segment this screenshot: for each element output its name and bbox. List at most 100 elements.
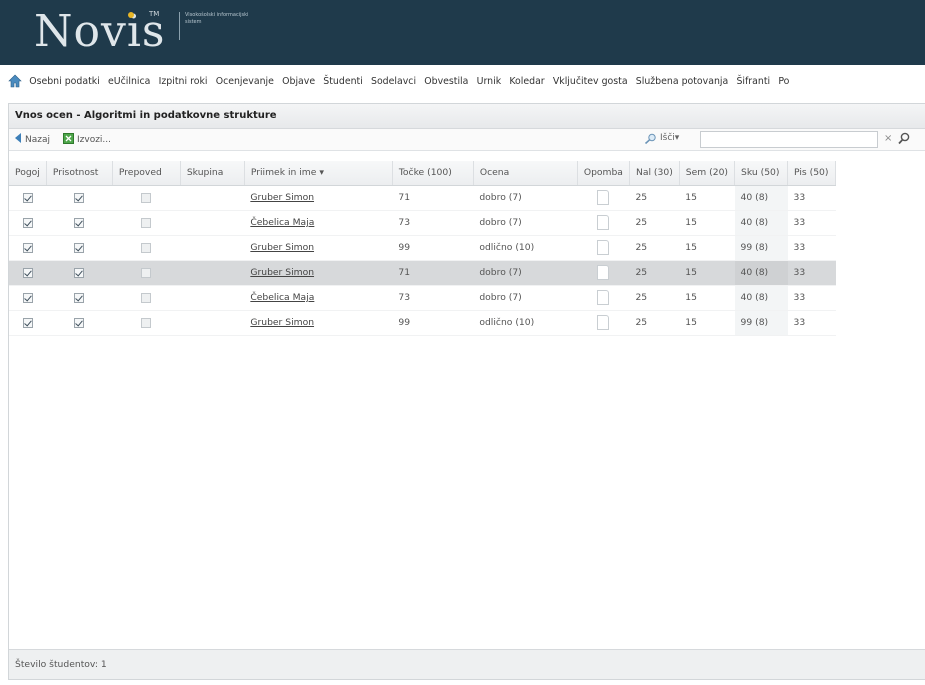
pogoj-cell: [9, 185, 47, 211]
pogoj-cell: [9, 260, 47, 286]
app-header: Novis TM Visokošolski informacijski sist…: [0, 0, 925, 65]
column-header-nal[interactable]: Nal (30): [629, 161, 680, 186]
menu-item-sodelavci[interactable]: Sodelavci: [371, 76, 416, 87]
table-row[interactable]: Gruber Simon 99 odlično (10) 25 15 99 (8) 33: [9, 235, 836, 261]
note-input[interactable]: [597, 190, 610, 205]
menu-item-vkljucitev-gosta[interactable]: Vključitev gosta: [553, 76, 628, 87]
column-header-sku[interactable]: Sku (50): [734, 161, 789, 186]
pogoj-checkbox[interactable]: [22, 317, 33, 328]
menu-item-ocenjevanje[interactable]: Ocenjevanje: [216, 76, 274, 87]
prepoved-cell: [112, 260, 181, 286]
prisotnost-checkbox[interactable]: [74, 192, 85, 203]
menu-item-sifranti[interactable]: Šifranti: [736, 76, 770, 87]
prepoved-checkbox[interactable]: [141, 217, 152, 228]
sku-cell: 99 (8): [734, 235, 788, 261]
student-name-link[interactable]: Čebelica Maja: [250, 217, 314, 228]
menu-item-koledar[interactable]: Koledar: [509, 76, 544, 87]
prisotnost-checkbox[interactable]: [74, 242, 85, 253]
pogoj-checkbox[interactable]: [22, 292, 33, 303]
skupina-cell: [180, 235, 245, 261]
note-cell: [577, 185, 630, 211]
points-cell: 73: [392, 210, 474, 236]
student-name-cell: Gruber Simon: [244, 260, 393, 286]
menu-item-urnik[interactable]: Urnik: [477, 76, 502, 87]
menu-item-sluzbena-potovanja[interactable]: Službena potovanja: [636, 76, 729, 87]
menu-item-obvestila[interactable]: Obvestila: [424, 76, 468, 87]
column-header-ocena[interactable]: Ocena: [473, 161, 578, 186]
student-count: Število študentov: 1: [15, 659, 107, 670]
skupina-cell: [180, 260, 245, 286]
student-name-link[interactable]: Gruber Simon: [250, 242, 314, 253]
menu-item-osebni-podatki[interactable]: Osebni podatki: [29, 76, 100, 87]
column-header-priimek-in-ime[interactable]: Priimek in ime ▾: [244, 161, 393, 186]
pogoj-checkbox[interactable]: [22, 267, 33, 278]
student-name-link[interactable]: Čebelica Maja: [250, 292, 314, 303]
prepoved-checkbox[interactable]: [141, 292, 152, 303]
menu-item-izpitni-roki[interactable]: Izpitni roki: [159, 76, 208, 87]
prisotnost-checkbox[interactable]: [74, 317, 85, 328]
search-icon[interactable]: [898, 132, 910, 148]
student-name-link[interactable]: Gruber Simon: [250, 192, 314, 203]
pis-cell: 33: [787, 285, 836, 311]
table-row[interactable]: Čebelica Maja 73 dobro (7) 25 15 40 (8) 33: [9, 210, 836, 236]
column-header-prisotnost[interactable]: Prisotnost: [46, 161, 113, 186]
export-button[interactable]: Izvozi...: [63, 133, 111, 147]
prisotnost-checkbox[interactable]: [74, 217, 85, 228]
note-input[interactable]: [597, 240, 610, 255]
grade-cell: dobro (7): [473, 185, 578, 211]
prisotnost-checkbox[interactable]: [74, 267, 85, 278]
prepoved-checkbox[interactable]: [141, 192, 152, 203]
menu-item-overflow[interactable]: Po: [778, 76, 789, 87]
student-name-link[interactable]: Gruber Simon: [250, 267, 314, 278]
column-header-skupina[interactable]: Skupina: [180, 161, 245, 186]
students-grades-table: Pogoj Prisotnost Prepoved Skupina Priime…: [9, 161, 837, 336]
table-row[interactable]: Čebelica Maja 73 dobro (7) 25 15 40 (8) 33: [9, 285, 836, 311]
table-row[interactable]: Gruber Simon 99 odlično (10) 25 15 99 (8) 33: [9, 310, 836, 336]
back-arrow-icon: [14, 133, 22, 146]
menu-item-studenti[interactable]: Študenti: [323, 76, 363, 87]
table-row[interactable]: Gruber Simon 71 dobro (7) 25 15 40 (8) 33: [9, 260, 836, 286]
student-name-cell: Gruber Simon: [244, 235, 393, 261]
table-footer: Število študentov: 1: [9, 649, 925, 679]
column-header-tocke[interactable]: Točke (100): [392, 161, 474, 186]
points-cell: 71: [392, 260, 474, 286]
note-cell: [577, 235, 630, 261]
prisotnost-cell: [46, 260, 113, 286]
points-cell: 99: [392, 310, 474, 336]
prepoved-cell: [112, 310, 181, 336]
pogoj-cell: [9, 310, 47, 336]
note-input[interactable]: [597, 315, 610, 330]
prepoved-checkbox[interactable]: [141, 317, 152, 328]
nal-cell: 25: [629, 210, 680, 236]
note-input[interactable]: [597, 215, 610, 230]
search-scope-dropdown[interactable]: Išči▾: [660, 133, 679, 143]
pogoj-checkbox[interactable]: [22, 192, 33, 203]
logo-subtitle: Visokošolski informacijski sistem: [185, 12, 249, 25]
note-input[interactable]: [597, 265, 610, 280]
clear-search-icon[interactable]: ×: [884, 133, 892, 144]
column-header-pogoj[interactable]: Pogoj: [9, 161, 47, 186]
pogoj-checkbox[interactable]: [22, 217, 33, 228]
menu-item-objave[interactable]: Objave: [282, 76, 315, 87]
prisotnost-checkbox[interactable]: [74, 292, 85, 303]
student-name-link[interactable]: Gruber Simon: [250, 317, 314, 328]
column-header-pis[interactable]: Pis (50): [787, 161, 837, 186]
student-name-cell: Gruber Simon: [244, 310, 393, 336]
skupina-cell: [180, 310, 245, 336]
novis-logo[interactable]: Novis: [34, 6, 166, 58]
menu-item-eucilnica[interactable]: eUčilnica: [108, 76, 150, 87]
home-icon[interactable]: [8, 74, 22, 88]
note-cell: [577, 260, 630, 286]
prepoved-checkbox[interactable]: [141, 267, 152, 278]
back-button[interactable]: Nazaj: [14, 133, 50, 146]
pogoj-cell: [9, 210, 47, 236]
note-input[interactable]: [597, 290, 610, 305]
column-header-opomba[interactable]: Opomba: [577, 161, 630, 186]
column-header-prepoved[interactable]: Prepoved: [112, 161, 181, 186]
column-header-sem[interactable]: Sem (20): [679, 161, 736, 186]
table-row[interactable]: Gruber Simon 71 dobro (7) 25 15 40 (8) 33: [9, 185, 836, 211]
table-body: Gruber Simon 71 dobro (7) 25 15 40 (8) 33 Čebel…: [9, 185, 836, 336]
pogoj-checkbox[interactable]: [22, 242, 33, 253]
search-input[interactable]: [700, 131, 878, 148]
prepoved-checkbox[interactable]: [141, 242, 152, 253]
